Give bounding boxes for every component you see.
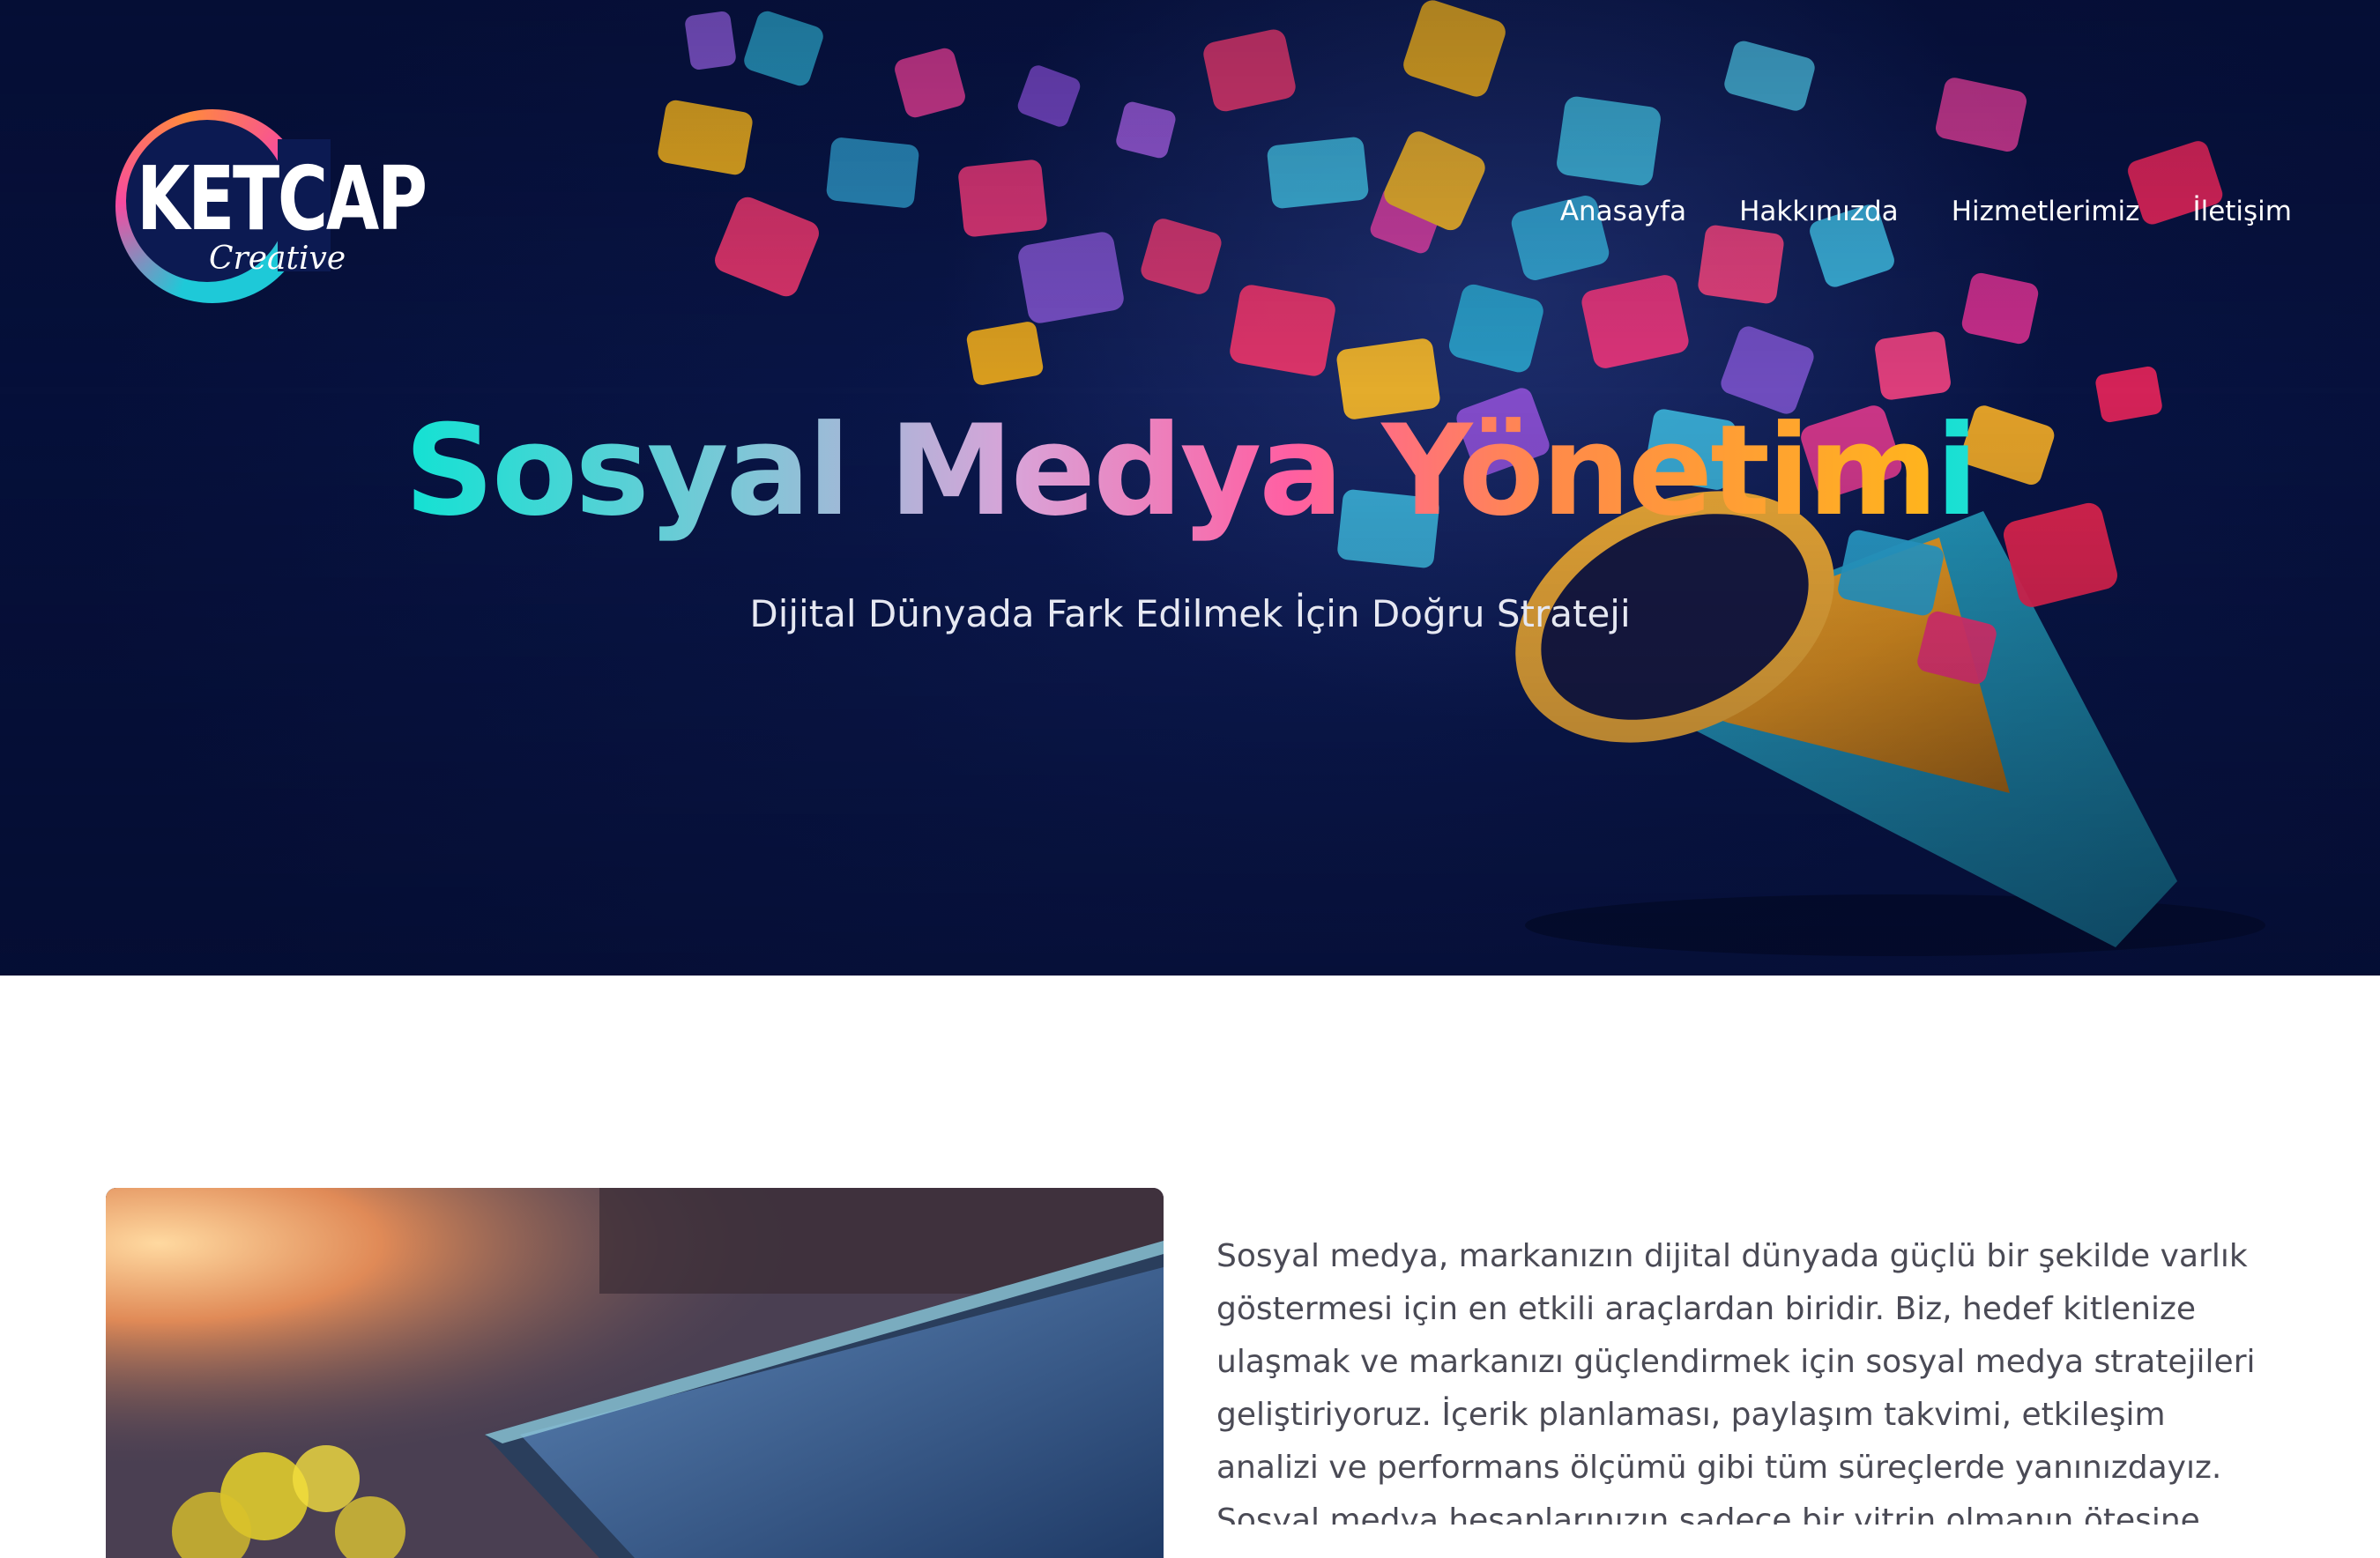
nav-item-hakkimizda[interactable]: Hakkımızda: [1739, 196, 1899, 227]
nav-item-iletisim[interactable]: İletişim: [2192, 196, 2292, 227]
laptop-flowers-photo: [106, 1188, 1164, 1558]
logo-tagline: Creative: [209, 241, 346, 277]
content-image: [106, 1188, 1164, 1558]
hero-title: Sosyal Medya Yönetimi: [0, 405, 2380, 537]
content-paragraph: Sosyal medya, markanızın dijital dünyada…: [1216, 1238, 2256, 1525]
logo-wordmark: KETCAP: [137, 147, 428, 250]
hero-title-text: Sosyal Medya Yönetimi: [404, 398, 1979, 544]
nav-item-anasayfa[interactable]: Anasayfa: [1560, 196, 1686, 227]
main-nav: Anasayfa Hakkımızda Hizmetlerimiz İletiş…: [1507, 196, 2292, 227]
hero-subtitle: Dijital Dünyada Fark Edilmek İçin Doğru …: [749, 592, 1631, 635]
nav-item-hizmetlerimiz[interactable]: Hizmetlerimiz: [1952, 196, 2140, 227]
hero-section: KETCAP Creative Anasayfa Hakkımızda Hizm…: [0, 0, 2380, 976]
ketcap-logo[interactable]: KETCAP Creative: [110, 104, 428, 315]
